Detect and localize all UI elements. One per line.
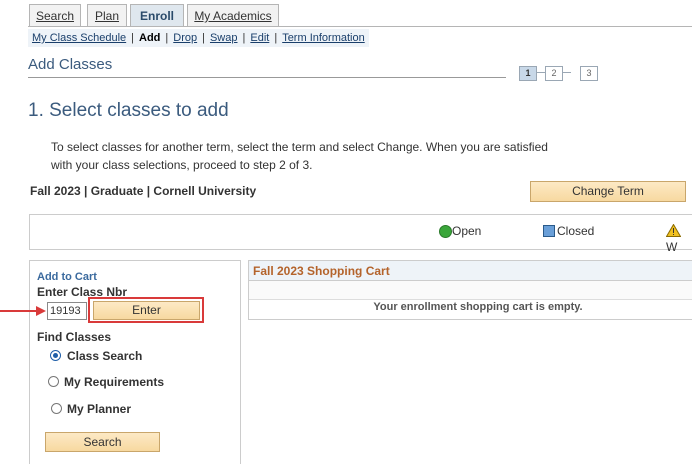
my-requirements-radio[interactable] [48, 376, 59, 387]
my-planner-label: My Planner [67, 402, 132, 416]
step-3-indicator: 3 [580, 66, 598, 81]
subnav-drop[interactable]: Drop [173, 32, 197, 44]
step-connector [537, 72, 545, 73]
add-to-cart-heading: Add to Cart [37, 271, 97, 283]
step-2-indicator: 2 [545, 66, 563, 81]
instructions-line-1: To select classes for another term, sele… [51, 140, 548, 154]
tab-plan[interactable]: Plan [87, 4, 127, 26]
class-search-label: Class Search [67, 349, 143, 363]
cart-empty-message: Your enrollment shopping cart is empty. [373, 301, 583, 313]
my-planner-radio[interactable] [51, 403, 62, 414]
section-title: 1. Select classes to add [28, 100, 229, 121]
subnav-add: Add [139, 32, 161, 44]
class-search-radio[interactable] [50, 350, 61, 361]
tab-enroll[interactable]: Enroll [130, 4, 184, 27]
subnav-separator: | [202, 32, 205, 44]
instructions: To select classes for another term, sele… [51, 138, 611, 174]
subnav-separator: | [274, 32, 278, 44]
legend-open-label: Open [452, 224, 482, 238]
legend-wait-list: W [665, 223, 692, 255]
change-term-button[interactable]: Change Term [530, 181, 686, 202]
tab-my-academics-label: My Academics [194, 9, 272, 23]
closed-square-icon [543, 225, 555, 237]
tab-divider [28, 26, 692, 27]
shopping-cart: Fall 2023 Shopping Cart Your enrollment … [248, 260, 692, 320]
subnav-my-class-schedule[interactable]: My Class Schedule [32, 32, 126, 44]
subnav-term-information[interactable]: Term Information [282, 32, 365, 44]
cart-header-row [249, 281, 692, 300]
legend-closed-label: Closed [557, 224, 595, 238]
legend-open: Open [439, 223, 481, 239]
step-1-indicator: 1 [519, 66, 537, 81]
subnav-edit[interactable]: Edit [250, 32, 269, 44]
my-requirements-label: My Requirements [64, 375, 165, 389]
open-circle-icon [439, 225, 452, 238]
search-button[interactable]: Search [45, 432, 160, 452]
tab-plan-label: Plan [94, 9, 120, 23]
page-title: Add Classes [28, 56, 113, 73]
subnav-separator: | [165, 32, 169, 44]
term-info: Fall 2023 | Graduate | Cornell Universit… [30, 184, 257, 198]
class-nbr-input[interactable] [47, 302, 87, 320]
sub-navigation: My Class Schedule | Add | Drop | Swap | Edit | Ter… [28, 29, 369, 47]
tab-search[interactable]: Search [29, 4, 81, 26]
step-connector [563, 72, 571, 73]
header-divider [28, 77, 506, 78]
enter-button[interactable]: Enter [93, 301, 200, 320]
tab-my-academics[interactable]: My Academics [187, 4, 279, 26]
tab-enroll-label: Enroll [139, 9, 174, 23]
warning-triangle-icon [665, 223, 682, 237]
subnav-separator: | [131, 32, 135, 44]
legend-wait-label: W [666, 240, 678, 254]
subnav-separator: | [242, 32, 246, 44]
legend-closed: Closed [543, 223, 594, 239]
instructions-line-2: with your class selections, proceed to s… [51, 158, 313, 172]
subnav-swap[interactable]: Swap [210, 32, 238, 44]
tab-search-label: Search [35, 9, 75, 23]
annotation-arrow-icon [0, 306, 46, 316]
find-classes-heading: Find Classes [37, 330, 112, 344]
cart-title: Fall 2023 Shopping Cart [249, 261, 692, 281]
